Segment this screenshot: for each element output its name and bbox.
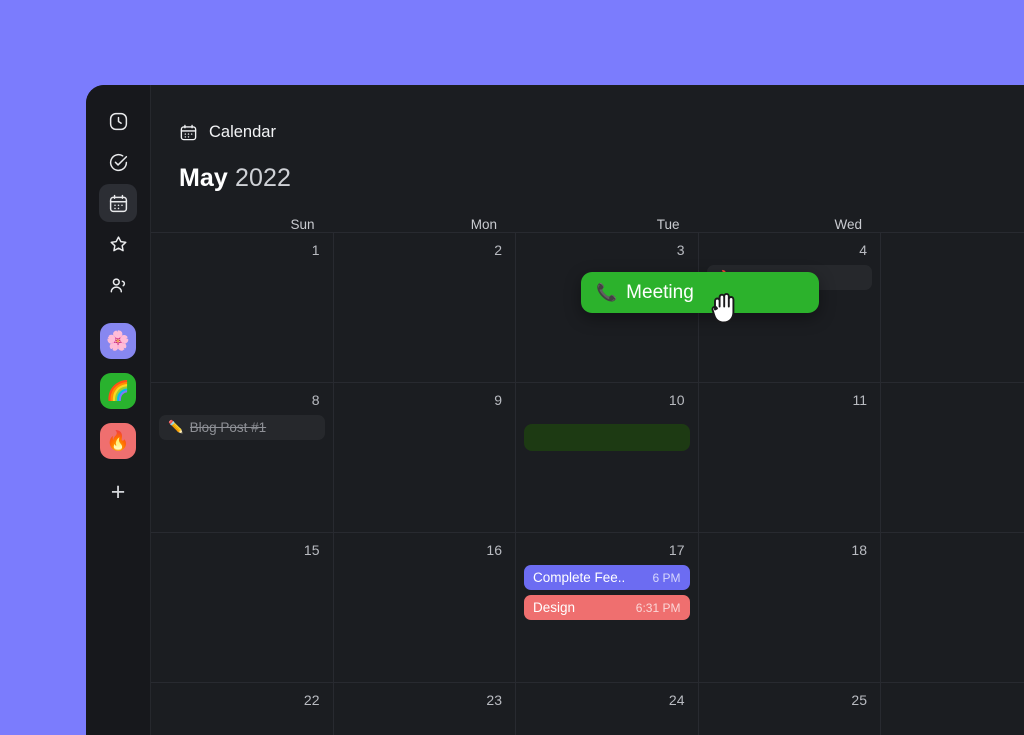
day-number: 18 — [851, 542, 867, 558]
day-cell[interactable]: 2 — [334, 233, 516, 382]
sidebar-item-calendar[interactable] — [99, 184, 137, 222]
day-number: 11 — [852, 392, 867, 408]
day-number: 22 — [303, 692, 320, 708]
phone-icon: 📞 — [596, 282, 618, 302]
calendar-event[interactable]: ✏️ Blog Post #1 — [159, 415, 325, 440]
calendar-grid: SunMonTueWed 1234🔥Brainstorm8✏️Blog Post… — [151, 217, 1024, 735]
year-label: 2022 — [234, 164, 291, 192]
sidebar: 🌸 🌈 🔥 + — [86, 85, 151, 735]
day-cell[interactable]: 11 — [699, 383, 881, 532]
weekday-header-tue: Tue — [656, 217, 680, 232]
calendar-event[interactable]: Design 6:31 PM — [524, 595, 690, 620]
dragged-event-meeting[interactable]: 📞 Meeting — [581, 272, 819, 313]
event-title: Complete Fee.. — [533, 570, 626, 585]
day-number: 4 — [859, 242, 867, 258]
day-cell[interactable] — [881, 233, 1024, 382]
weekday-header-sun: Sun — [290, 217, 315, 232]
calendar-week-row: 15 16 17 Complete Fee.. 6 PM Design 6:31 PM 18 — [151, 533, 1024, 683]
calendar-icon — [108, 193, 129, 214]
day-cell[interactable]: 8 ✏️ Blog Post #1 — [151, 383, 334, 532]
calendar-week-row: 22 23 24 25 — [151, 683, 1024, 735]
day-cell[interactable]: 18 — [699, 533, 881, 682]
event-title: Blog Post #1 — [189, 420, 267, 435]
event-time: 6 PM — [652, 570, 681, 585]
sidebar-item-tasks[interactable] — [99, 143, 137, 181]
day-cell[interactable]: 24 — [516, 683, 699, 735]
day-cell[interactable]: 15 — [151, 533, 334, 682]
calendar-week-row: 8 ✏️ Blog Post #1 9 10 11 — [151, 383, 1024, 533]
day-number: 3 — [676, 242, 685, 258]
month-label: May — [179, 164, 228, 192]
sidebar-item-clock[interactable] — [99, 102, 137, 140]
day-number: 15 — [303, 542, 320, 558]
calendar-icon — [179, 123, 198, 142]
day-cell[interactable]: 10 — [516, 383, 699, 532]
workspace-fire[interactable]: 🔥 — [100, 423, 136, 459]
day-cell[interactable] — [881, 683, 1024, 735]
flower-icon: 🌸 — [106, 330, 130, 352]
day-number: 17 — [668, 542, 685, 558]
workspace-flower[interactable]: 🌸 — [100, 323, 136, 359]
dragged-event-title: Meeting — [626, 281, 694, 303]
weekday-header-wed: Wed — [834, 217, 862, 232]
day-cell[interactable]: 23 — [334, 683, 516, 735]
day-cell[interactable]: 17 Complete Fee.. 6 PM Design 6:31 PM — [516, 533, 699, 682]
event-time: 6:31 PM — [635, 600, 681, 615]
weekday-header-mon: Mon — [470, 217, 497, 232]
star-icon — [108, 234, 129, 255]
day-cell[interactable]: 9 — [334, 383, 516, 532]
sidebar-item-people[interactable] — [99, 266, 137, 304]
workspace-rainbow[interactable]: 🌈 — [100, 373, 136, 409]
plus-icon: + — [110, 477, 126, 506]
day-cell[interactable]: 25 — [699, 683, 881, 735]
day-cell[interactable]: 1 — [151, 233, 334, 382]
day-number: 16 — [486, 542, 502, 558]
main-content: Calendar May 2022 SunMonTueWed 1234🔥Brai… — [151, 85, 1024, 735]
sidebar-item-favorites[interactable] — [99, 225, 137, 263]
clock-icon — [108, 111, 129, 132]
day-number: 24 — [668, 692, 685, 708]
app-window: 🌸 🌈 🔥 + Calendar May 2022 Sun Mon Tue We… — [86, 85, 1024, 735]
people-icon — [108, 275, 129, 296]
day-number: 1 — [311, 242, 320, 258]
breadcrumb: Calendar — [151, 85, 1024, 151]
drag-placeholder — [524, 424, 690, 451]
check-circle-icon — [108, 152, 129, 173]
day-number: 8 — [311, 392, 320, 408]
rainbow-icon: 🌈 — [106, 380, 130, 402]
event-emoji-icon: ✏️ — [168, 420, 184, 434]
day-number: 9 — [494, 392, 502, 408]
day-number: 25 — [851, 692, 867, 708]
breadcrumb-label[interactable]: Calendar — [209, 123, 276, 142]
day-cell[interactable]: 16 — [334, 533, 516, 682]
day-cell[interactable]: 22 — [151, 683, 334, 735]
day-cell[interactable] — [881, 533, 1024, 682]
weekday-header-blank — [881, 217, 1024, 232]
add-workspace-button[interactable]: + — [99, 473, 137, 511]
fire-icon: 🔥 — [106, 430, 130, 452]
day-number: 2 — [494, 242, 502, 258]
day-number: 23 — [486, 692, 502, 708]
day-cell[interactable] — [881, 383, 1024, 532]
day-number: 10 — [668, 392, 685, 408]
calendar-event[interactable]: Complete Fee.. 6 PM — [524, 565, 690, 590]
page-title: May 2022 — [151, 151, 1024, 193]
weekday-header-row: Sun Mon Tue Wed — [151, 217, 1024, 233]
event-title: Design — [533, 600, 576, 615]
